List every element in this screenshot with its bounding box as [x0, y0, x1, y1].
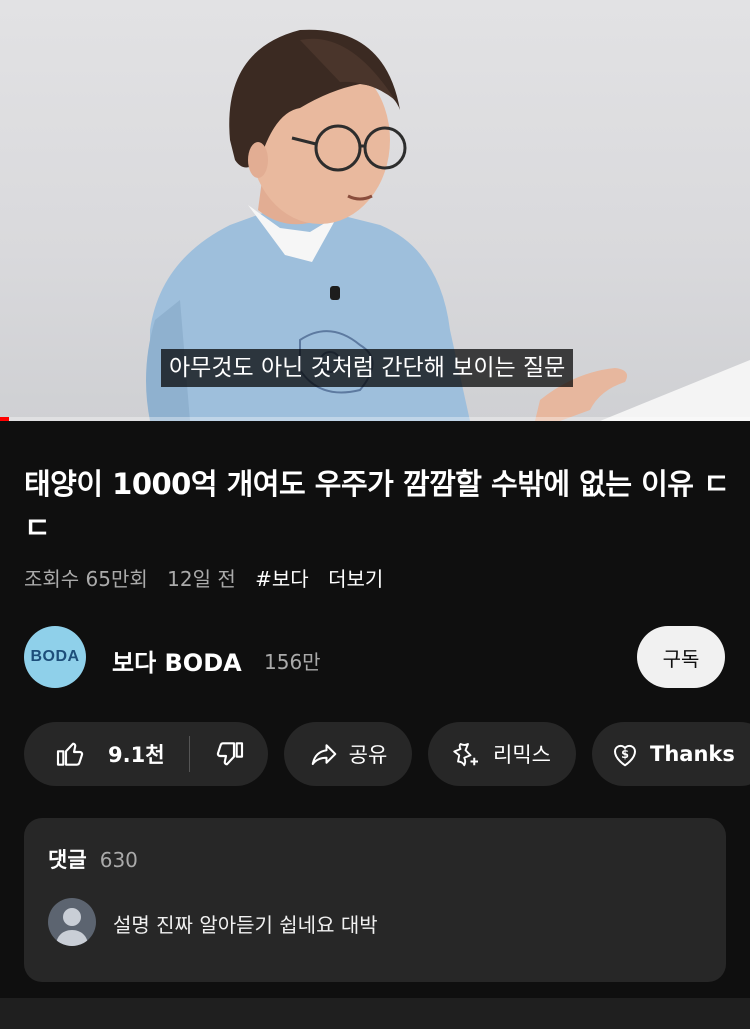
- more-link[interactable]: 더보기: [328, 567, 383, 591]
- comments-header: 댓글 630: [48, 844, 138, 874]
- channel-avatar[interactable]: BODA: [24, 626, 86, 688]
- video-meta[interactable]: 조회수 65만회 12일 전 #보다 더보기: [24, 563, 396, 592]
- comments-panel[interactable]: 댓글 630 설명 진짜 알아듣기 쉽네요 대박: [24, 818, 726, 982]
- comments-count: 630: [99, 848, 138, 872]
- remix-button[interactable]: 리믹스: [428, 722, 576, 786]
- thanks-label: Thanks: [650, 742, 735, 766]
- video-title[interactable]: 태양이 1000억 개여도 우주가 깜깜할 수밖에 없는 이유 ㄷㄷ: [24, 462, 734, 550]
- share-button[interactable]: 공유: [284, 722, 412, 786]
- channel-name[interactable]: 보다 BODA: [112, 643, 242, 678]
- video-progress-fill: [0, 417, 9, 421]
- share-icon: [311, 744, 336, 765]
- commenter-avatar: [48, 898, 96, 946]
- default-user-icon: [56, 908, 88, 946]
- remix-icon: [453, 743, 479, 767]
- subscribe-button[interactable]: 구독: [637, 626, 725, 688]
- comments-label: 댓글: [48, 848, 87, 872]
- hashtag-link[interactable]: #보다: [255, 567, 309, 591]
- thanks-button[interactable]: $ Thanks: [592, 722, 750, 786]
- share-label: 공유: [348, 743, 388, 767]
- video-subtitle: 아무것도 아닌 것처럼 간단해 보이는 질문: [161, 349, 574, 387]
- dislike-button[interactable]: [190, 738, 246, 770]
- view-count: 조회수 65만회: [24, 567, 148, 591]
- thumb-down-icon: [216, 742, 243, 766]
- remix-label: 리믹스: [493, 743, 551, 767]
- upload-age: 12일 전: [167, 567, 236, 591]
- video-player[interactable]: 아무것도 아닌 것처럼 간단해 보이는 질문: [0, 0, 750, 421]
- top-comment-text: 설명 진짜 알아듣기 쉽네요 대박: [113, 913, 378, 937]
- thanks-icon: $: [614, 744, 636, 767]
- video-progress-bar[interactable]: [0, 417, 750, 421]
- like-dislike-bar: 9.1천: [24, 722, 268, 786]
- thumb-up-icon: [56, 742, 84, 766]
- like-count: 9.1천: [108, 743, 165, 767]
- subscriber-count: 156만: [264, 650, 321, 674]
- like-button[interactable]: 9.1천: [24, 738, 165, 770]
- svg-text:$: $: [621, 748, 629, 761]
- bottom-panel-edge: [0, 998, 750, 1029]
- channel-avatar-logo: BODA: [30, 648, 80, 665]
